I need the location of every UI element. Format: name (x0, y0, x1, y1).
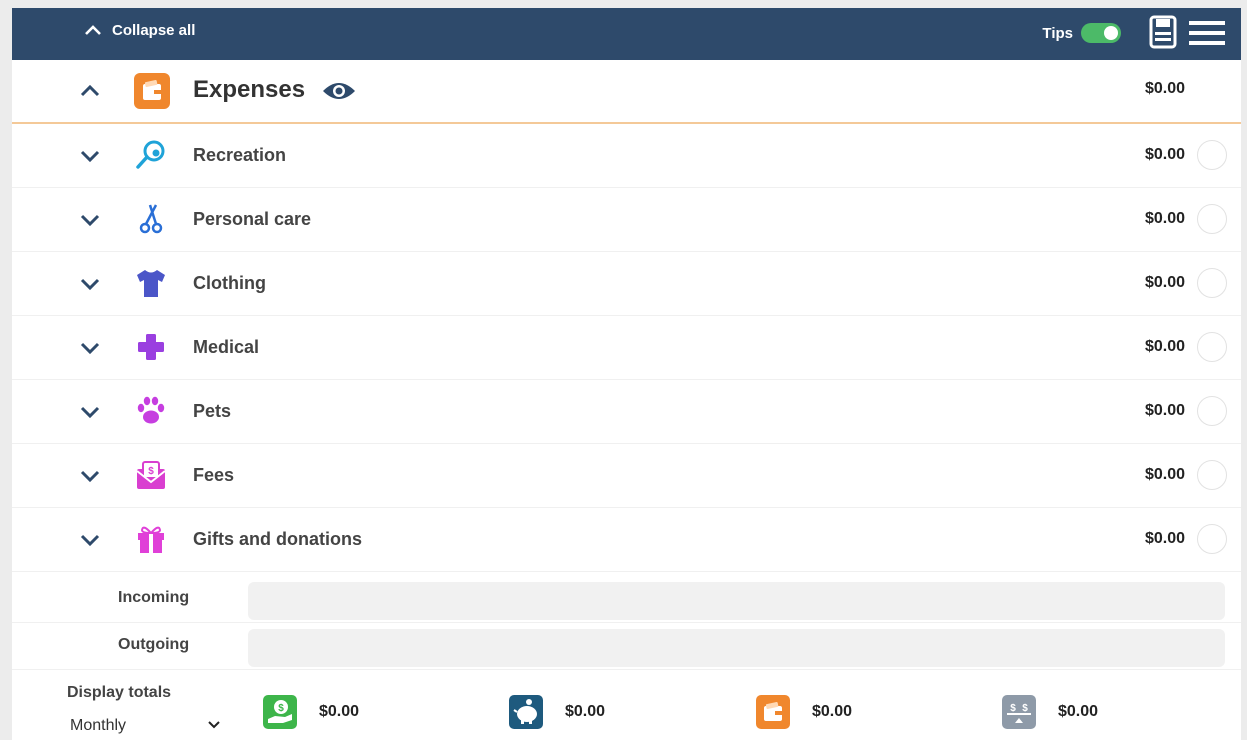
category-label: Gifts and donations (193, 529, 362, 549)
category-row-clothing[interactable]: Clothing $0.00 (12, 252, 1241, 316)
category-total: $0.00 (1144, 210, 1185, 227)
medical-cross-icon (138, 334, 164, 360)
category-select-radio[interactable] (1197, 396, 1227, 426)
expenses-title: Expenses (193, 76, 306, 103)
total-income: $ $0.00 (263, 694, 359, 730)
expenses-total: $0.00 (1144, 80, 1185, 97)
category-select-radio[interactable] (1197, 524, 1227, 554)
category-total: $0.00 (1144, 338, 1185, 355)
category-label: Fees (193, 465, 235, 485)
chevron-up-icon[interactable] (78, 79, 102, 103)
display-totals-select[interactable]: Monthly (70, 712, 220, 740)
income-hand-icon: $ (263, 695, 297, 729)
gift-icon (138, 526, 164, 553)
chevron-down-icon[interactable] (78, 336, 102, 360)
svg-text:$: $ (278, 703, 284, 714)
outgoing-row: Outgoing (12, 623, 1241, 670)
collapse-all-button[interactable]: Collapse all (84, 8, 195, 52)
tips-label: Tips (1042, 24, 1073, 42)
envelope-dollar-icon: $ (136, 461, 166, 489)
category-label: Personal care (193, 209, 312, 229)
incoming-row: Incoming (12, 576, 1241, 623)
svg-text:$: $ (1022, 703, 1028, 714)
paw-icon (137, 396, 165, 424)
top-toolbar: Collapse all Tips (12, 8, 1241, 60)
incoming-label: Incoming (118, 589, 190, 606)
expenses-section-header[interactable]: Expenses $0.00 (12, 60, 1241, 124)
scissors-icon (139, 204, 163, 234)
category-total: $0.00 (1144, 402, 1185, 419)
wallet-icon (134, 73, 170, 109)
chevron-down-icon[interactable] (78, 144, 102, 168)
incoming-bar (248, 582, 1225, 620)
category-row-recreation[interactable]: Recreation $0.00 (12, 124, 1241, 188)
chevron-down-icon (208, 721, 220, 729)
category-row-fees[interactable]: $ Fees $0.00 (12, 444, 1241, 508)
category-label: Medical (193, 337, 260, 357)
category-row-gifts[interactable]: Gifts and donations $0.00 (12, 508, 1241, 572)
category-label: Clothing (193, 273, 266, 293)
svg-text:$: $ (148, 466, 154, 477)
chevron-down-icon[interactable] (78, 464, 102, 488)
category-total: $0.00 (1144, 530, 1185, 547)
total-expenses: $0.00 (756, 694, 852, 730)
chevron-down-icon[interactable] (78, 272, 102, 296)
save-icon[interactable] (1149, 15, 1177, 49)
total-income-value: $0.00 (319, 703, 360, 720)
svg-text:$: $ (1010, 703, 1016, 714)
category-row-medical[interactable]: Medical $0.00 (12, 316, 1241, 380)
total-balance: $ $ $0.00 (1002, 694, 1098, 730)
chevron-up-icon (85, 25, 101, 35)
chevron-down-icon[interactable] (78, 528, 102, 552)
total-savings-value: $0.00 (565, 703, 606, 720)
eye-icon[interactable] (321, 79, 357, 103)
total-expenses-value: $0.00 (812, 703, 853, 720)
category-row-personal-care[interactable]: Personal care $0.00 (12, 188, 1241, 252)
hamburger-menu-icon[interactable] (1189, 20, 1225, 46)
display-totals-value: Monthly (70, 717, 127, 734)
category-select-radio[interactable] (1197, 204, 1227, 234)
chevron-down-icon[interactable] (78, 208, 102, 232)
outgoing-label: Outgoing (118, 636, 190, 653)
category-row-pets[interactable]: Pets $0.00 (12, 380, 1241, 444)
total-balance-value: $0.00 (1058, 703, 1099, 720)
display-totals-footer: Display totals Monthly $ $0.00 $0.00 $0.… (12, 674, 1241, 740)
outgoing-bar (248, 629, 1225, 667)
category-select-radio[interactable] (1197, 460, 1227, 490)
chevron-down-icon[interactable] (78, 400, 102, 424)
category-label: Pets (193, 401, 232, 421)
balance-icon: $ $ (1002, 695, 1036, 729)
magnifier-icon (136, 140, 165, 169)
category-total: $0.00 (1144, 466, 1185, 483)
piggy-bank-icon (509, 695, 543, 729)
category-select-radio[interactable] (1197, 140, 1227, 170)
tips-toggle[interactable] (1081, 23, 1121, 43)
budget-panel: Collapse all Tips Expenses $0.00 Recreat… (12, 8, 1241, 740)
total-savings: $0.00 (509, 694, 605, 730)
category-total: $0.00 (1144, 146, 1185, 163)
category-total: $0.00 (1144, 274, 1185, 291)
category-select-radio[interactable] (1197, 268, 1227, 298)
wallet-icon (756, 695, 790, 729)
category-select-radio[interactable] (1197, 332, 1227, 362)
tips-control: Tips (1042, 8, 1121, 58)
shirt-icon (137, 270, 165, 297)
display-totals-label: Display totals (67, 684, 172, 701)
category-label: Recreation (193, 145, 287, 165)
collapse-all-label: Collapse all (112, 21, 196, 39)
